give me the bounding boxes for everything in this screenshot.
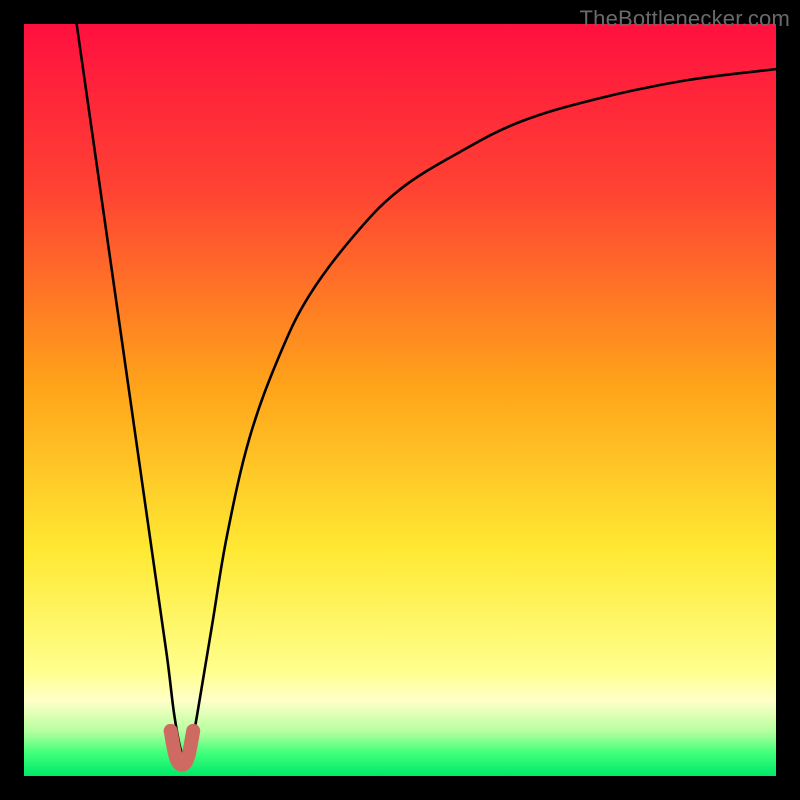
- plot-area: [24, 24, 776, 776]
- bottleneck-curve: [77, 24, 776, 759]
- optimal-marker: [171, 731, 194, 765]
- chart-frame: TheBottlenecker.com: [0, 0, 800, 800]
- curve-layer: [24, 24, 776, 776]
- watermark-label: TheBottlenecker.com: [580, 6, 790, 32]
